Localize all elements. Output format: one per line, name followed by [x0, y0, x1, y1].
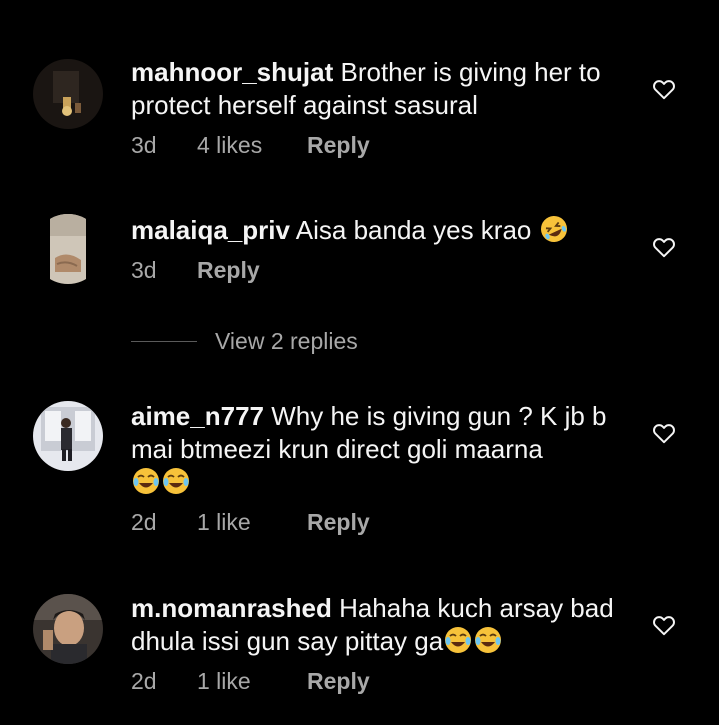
username[interactable]: mahnoor_shujat [131, 57, 333, 87]
timestamp: 3d [131, 257, 157, 283]
comment-meta: 2d 1 like Reply [131, 509, 631, 536]
avatar[interactable] [33, 214, 103, 284]
reply-button[interactable]: Reply [307, 668, 370, 695]
comment-text: aime_n777 Why he is giving gun ? K jb b … [131, 400, 631, 499]
comment-message: Aisa banda yes krao [295, 215, 532, 245]
reply-button[interactable]: Reply [307, 132, 370, 159]
face-with-tears-of-joy-icon [163, 468, 189, 494]
likes-count[interactable]: 1 like [197, 509, 307, 536]
timestamp: 2d [131, 509, 157, 535]
username[interactable]: aime_n777 [131, 401, 264, 431]
username[interactable]: malaiqa_priv [131, 215, 290, 245]
timestamp: 3d [131, 132, 157, 158]
avatar[interactable] [33, 59, 103, 129]
view-replies-button[interactable]: View 2 replies [131, 328, 358, 355]
comment-body: m.nomanrashed Hahaha kuch arsay bad dhul… [131, 592, 631, 695]
comment-meta: 2d 1 like Reply [131, 668, 631, 695]
face-with-tears-of-joy-icon [445, 627, 472, 653]
view-replies-label: View 2 replies [215, 328, 358, 354]
reply-button[interactable]: Reply [197, 257, 260, 284]
heart-outline-icon[interactable] [651, 612, 677, 638]
comment-body: aime_n777 Why he is giving gun ? K jb b … [131, 400, 631, 536]
comment-body: mahnoor_shujat Brother is giving her to … [131, 56, 631, 159]
heart-outline-icon[interactable] [651, 76, 677, 102]
avatar[interactable] [33, 594, 103, 664]
face-with-tears-of-joy-icon [475, 627, 502, 653]
username[interactable]: m.nomanrashed [131, 593, 332, 623]
comment-meta: 3d 4 likes Reply [131, 132, 631, 159]
divider [131, 341, 197, 342]
likes-count[interactable]: 1 like [197, 668, 307, 695]
avatar[interactable] [33, 401, 103, 471]
rolling-on-floor-laughing-icon [540, 216, 567, 242]
heart-outline-icon[interactable] [651, 420, 677, 446]
heart-outline-icon[interactable] [651, 234, 677, 260]
comment-meta: 3d Reply [131, 257, 631, 284]
comment-text: mahnoor_shujat Brother is giving her to … [131, 56, 631, 122]
comment-body: malaiqa_priv Aisa banda yes krao 3d Repl… [131, 214, 631, 284]
face-with-tears-of-joy-icon [133, 468, 159, 494]
timestamp: 2d [131, 668, 157, 694]
reply-button[interactable]: Reply [307, 509, 370, 536]
likes-count[interactable]: 4 likes [197, 132, 307, 159]
comment-text: m.nomanrashed Hahaha kuch arsay bad dhul… [131, 592, 631, 658]
comment-text: malaiqa_priv Aisa banda yes krao [131, 214, 631, 247]
